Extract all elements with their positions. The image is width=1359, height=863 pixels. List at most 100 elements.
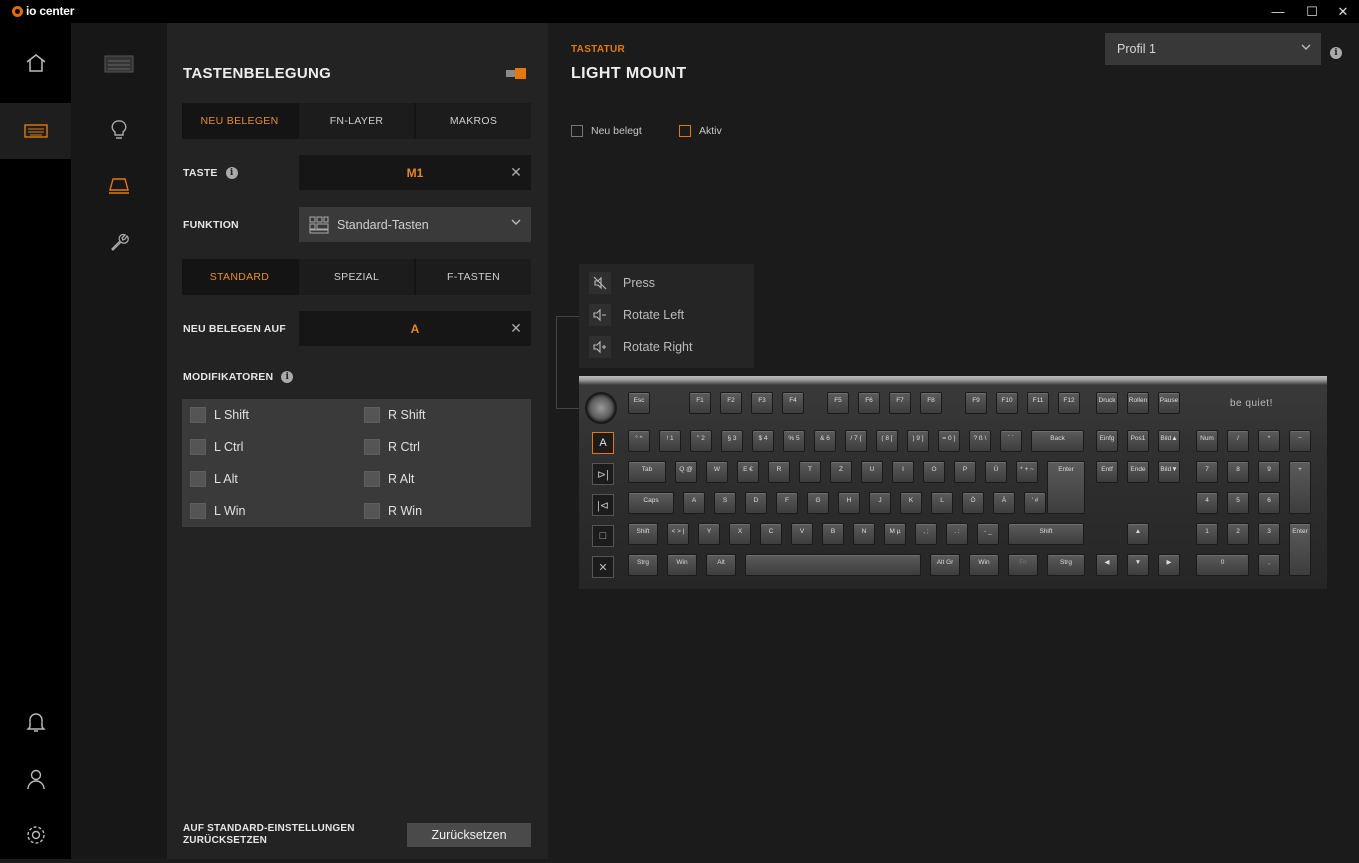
key-r3-12[interactable]: ' # <box>1024 492 1046 514</box>
key-r0-6[interactable]: F6 <box>858 392 880 414</box>
key-r2-3[interactable]: E € <box>737 461 759 483</box>
key-r0-2[interactable]: F2 <box>720 392 742 414</box>
nav-settings[interactable] <box>0 807 71 863</box>
knob-press-item[interactable]: Press <box>589 272 655 294</box>
key-r0-4[interactable]: F4 <box>782 392 804 414</box>
key-r3-4[interactable]: F <box>776 492 798 514</box>
key-r5-8[interactable]: ◀ <box>1096 554 1118 576</box>
checkbox[interactable] <box>364 503 380 519</box>
modifier-r-win[interactable]: R Win <box>364 503 422 519</box>
key-r3-2[interactable]: S <box>714 492 736 514</box>
key-r4-5[interactable]: V <box>791 523 813 545</box>
key-r5-4[interactable]: Alt Gr <box>930 554 960 576</box>
key-r5-1[interactable]: Win <box>667 554 697 576</box>
key-r3-3[interactable]: D <box>745 492 767 514</box>
key-r5-3[interactable] <box>745 554 921 576</box>
key-r0-11[interactable]: F11 <box>1027 392 1049 414</box>
key-r2-11[interactable]: Ü <box>985 461 1007 483</box>
key-r2-14[interactable]: Entf <box>1096 461 1118 483</box>
panel-layout-toggle[interactable] <box>506 68 527 79</box>
key-r4-2[interactable]: Y <box>698 523 720 545</box>
key-r2-9[interactable]: O <box>923 461 945 483</box>
reset-button[interactable]: Zurücksetzen <box>407 823 531 847</box>
key-r0-3[interactable]: F3 <box>751 392 773 414</box>
key-r5-12[interactable]: , <box>1258 554 1280 576</box>
key-r4-14[interactable]: 1 <box>1196 523 1218 545</box>
key-r2-0[interactable]: Tab <box>628 461 666 483</box>
key-r3-0[interactable]: Caps <box>628 492 674 514</box>
nav-devices[interactable] <box>0 103 71 159</box>
key-r4-9[interactable]: , ; <box>915 523 937 545</box>
key-r2-15[interactable]: Ende <box>1127 461 1149 483</box>
clear-neu-belegen-icon[interactable]: ✕ <box>509 321 523 335</box>
key-r4-7[interactable]: N <box>853 523 875 545</box>
key-r4-16[interactable]: 3 <box>1258 523 1280 545</box>
key-r3-9[interactable]: L <box>931 492 953 514</box>
key-r5-7[interactable]: Strg <box>1047 554 1085 576</box>
key-r2-17[interactable]: 7 <box>1196 461 1218 483</box>
key-r1-7[interactable]: / 7 { <box>845 430 867 452</box>
key-r1-6[interactable]: & 6 <box>814 430 836 452</box>
info-icon[interactable]: i <box>225 167 238 179</box>
key-r1-19[interactable]: * <box>1258 430 1280 452</box>
key-r2-16[interactable]: Bild▼ <box>1158 461 1180 483</box>
key-r2-12[interactable]: * + ~ <box>1016 461 1038 483</box>
key-r4-0[interactable]: Shift <box>628 523 658 545</box>
key-r3-8[interactable]: K <box>900 492 922 514</box>
key-r4-3[interactable]: X <box>729 523 751 545</box>
key-r4-6[interactable]: B <box>822 523 844 545</box>
checkbox[interactable] <box>364 471 380 487</box>
tab-spezial[interactable]: SPEZIAL <box>299 259 414 295</box>
key-r1-0[interactable]: ° ^ <box>628 430 650 452</box>
key-r2-5[interactable]: T <box>799 461 821 483</box>
key-r3-13[interactable]: 4 <box>1196 492 1218 514</box>
key-r4-17[interactable]: Enter <box>1289 523 1311 576</box>
key-r2-8[interactable]: I <box>892 461 914 483</box>
key-r2-7[interactable]: U <box>861 461 883 483</box>
key-r5-2[interactable]: Alt <box>706 554 736 576</box>
key-r2-2[interactable]: W <box>706 461 728 483</box>
key-r0-15[interactable]: Pause <box>1158 392 1180 414</box>
key-r5-6[interactable]: Fn <box>1008 554 1038 576</box>
info-icon[interactable]: i <box>281 371 294 383</box>
knob-rotate-left-item[interactable]: Rotate Left <box>589 304 684 326</box>
key-r3-6[interactable]: H <box>838 492 860 514</box>
key-r1-15[interactable]: Pos1 <box>1127 430 1149 452</box>
modifier-r-alt[interactable]: R Alt <box>364 471 414 487</box>
modifier-l-win[interactable]: L Win <box>190 503 246 519</box>
key-r1-9[interactable]: ) 9 ] <box>907 430 929 452</box>
modifier-r-ctrl[interactable]: R Ctrl <box>364 439 420 455</box>
key-r1-3[interactable]: § 3 <box>721 430 743 452</box>
nav-home[interactable] <box>0 35 71 91</box>
neu-belegen-field[interactable]: A ✕ <box>299 311 531 346</box>
key-r5-10[interactable]: ▶ <box>1158 554 1180 576</box>
key-r0-8[interactable]: F8 <box>920 392 942 414</box>
key-r4-8[interactable]: M µ <box>884 523 906 545</box>
key-r5-9[interactable]: ▼ <box>1127 554 1149 576</box>
minimize-button[interactable]: — <box>1263 0 1293 23</box>
key-r1-1[interactable]: ! 1 <box>659 430 681 452</box>
key-r1-2[interactable]: " 2 <box>690 430 712 452</box>
tab-fn-layer[interactable]: FN-LAYER <box>299 103 414 139</box>
key-r0-1[interactable]: F1 <box>689 392 711 414</box>
key-r1-12[interactable]: ` ´ <box>1000 430 1022 452</box>
key-r3-11[interactable]: Ä <box>993 492 1015 514</box>
key-r2-19[interactable]: 9 <box>1258 461 1280 483</box>
key-r1-14[interactable]: Einfg <box>1096 430 1118 452</box>
key-r1-5[interactable]: % 5 <box>783 430 805 452</box>
checkbox[interactable] <box>190 407 206 423</box>
key-r1-18[interactable]: / <box>1227 430 1249 452</box>
key-r3-10[interactable]: Ö <box>962 492 984 514</box>
key-r1-10[interactable]: = 0 } <box>938 430 960 452</box>
checkbox[interactable] <box>364 439 380 455</box>
key-r4-15[interactable]: 2 <box>1227 523 1249 545</box>
macro-key-m1[interactable]: A <box>592 432 614 454</box>
checkbox[interactable] <box>190 439 206 455</box>
key-r2-18[interactable]: 8 <box>1227 461 1249 483</box>
key-r3-5[interactable]: G <box>807 492 829 514</box>
key-r1-16[interactable]: Bild▲ <box>1158 430 1180 452</box>
funktion-select[interactable]: Standard-Tasten <box>299 207 531 242</box>
key-r5-0[interactable]: Strg <box>628 554 658 576</box>
key-r1-13[interactable]: Back <box>1031 430 1084 452</box>
key-r3-14[interactable]: 5 <box>1227 492 1249 514</box>
